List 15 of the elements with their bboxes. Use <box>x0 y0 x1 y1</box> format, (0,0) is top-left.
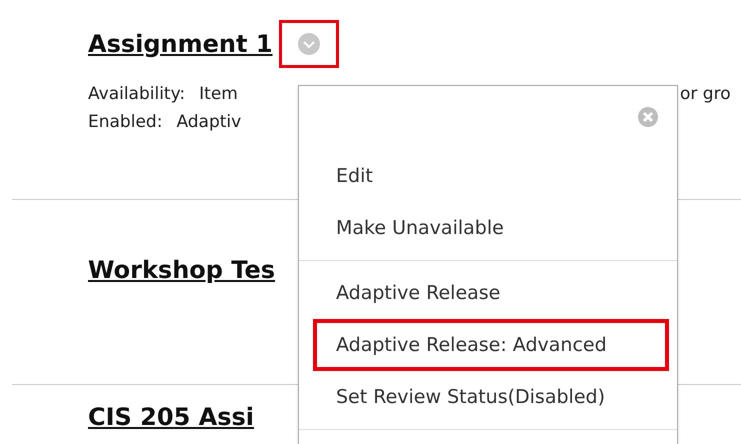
detail-value: Item <box>199 83 238 106</box>
options-menu-button[interactable] <box>278 20 339 68</box>
detail-label: Availability: <box>88 83 186 106</box>
detail-value: Adaptiv <box>176 111 242 134</box>
item-title-link[interactable]: Assignment 1 <box>88 30 273 58</box>
menu-item[interactable]: Make Unavailable <box>313 202 669 254</box>
item-title-link[interactable]: CIS 205 Assi <box>88 403 254 431</box>
detail-label: Enabled: <box>88 111 162 134</box>
menu-item[interactable]: Set Review Status(Disabled) <box>313 371 669 423</box>
detail-value-fragment: or gro <box>680 83 731 106</box>
item-title-link[interactable]: Workshop Tes <box>88 256 276 284</box>
menu-item[interactable]: Adaptive Release: Advanced <box>313 319 669 371</box>
chevron-down-icon <box>298 33 320 55</box>
menu-item[interactable]: Edit <box>313 150 669 202</box>
menu-item[interactable]: Adaptive Release <box>313 267 669 319</box>
